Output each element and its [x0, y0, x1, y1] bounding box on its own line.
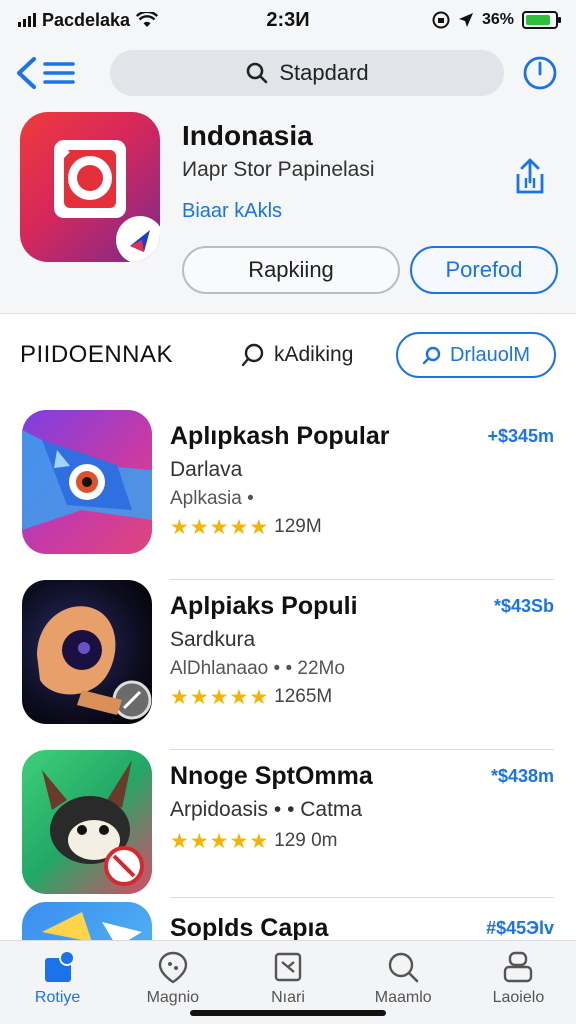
power-icon: [523, 56, 557, 90]
app-rating: ★ ★ ★ ★ ★ 129 0m: [170, 830, 338, 852]
app-header: Indonasia Иapr Stor Papinelasi Biaar kAk…: [0, 106, 576, 314]
star-icon: ★: [229, 685, 249, 709]
star-icon: ★: [249, 515, 269, 539]
home-indicator[interactable]: [190, 1010, 386, 1016]
rating-count: 129M: [274, 516, 322, 537]
section-title: PIIDOENNAK: [20, 341, 174, 368]
tab-label: Maamlo: [374, 989, 432, 1006]
star-icon: ★: [170, 829, 189, 853]
creature-app-icon: [22, 750, 152, 894]
star-icon: ★: [249, 685, 269, 709]
search-icon: [422, 346, 441, 365]
status-bar: Pacdelaka 2:3И 36%: [0, 0, 576, 40]
app-rating: ★ ★ ★ ★ ★ 129M: [170, 516, 322, 538]
app-category: AlDhlanaao • • 22Mo: [170, 658, 345, 679]
chevron-left-icon[interactable]: [14, 56, 38, 90]
sort-control[interactable]: kAdiking: [240, 342, 390, 368]
carrier-label: Pacdelaka: [42, 9, 131, 30]
star-icon: ★: [229, 829, 249, 853]
app-developer-link[interactable]: Biaar kAkls: [182, 200, 282, 223]
location-icon: [458, 13, 473, 27]
game-app-icon: [22, 902, 152, 940]
star-icon: ★: [170, 515, 189, 539]
ranking-button[interactable]: Rapkiing: [182, 246, 400, 294]
share-button[interactable]: [508, 154, 552, 198]
app-developer: Arpidoasis • • Catma: [170, 798, 363, 821]
wifi-icon: [136, 12, 159, 27]
tab-label: Laoielo: [492, 989, 545, 1006]
home-icon: [44, 950, 75, 982]
list-item[interactable]: Aplpiaks Populi Sardkura AlDhlanaao • • …: [0, 580, 576, 750]
battery-percent: 36%: [481, 11, 514, 28]
star-icon: ★: [189, 829, 209, 853]
star-rating: ★ ★ ★ ★ ★: [170, 517, 268, 538]
tab-label: Nıari: [271, 989, 305, 1006]
app-name: Aplpiaks Populi: [170, 592, 358, 620]
star-icon: ★: [209, 685, 229, 709]
menu-icon[interactable]: [42, 59, 76, 87]
download-button[interactable]: DrlauolM: [396, 332, 556, 378]
app-rating: ★ ★ ★ ★ ★ 1265M: [170, 686, 332, 708]
app-title: Indonasia: [182, 120, 313, 151]
star-icon: ★: [189, 685, 209, 709]
search-icon: [247, 62, 268, 84]
divider: [170, 897, 554, 898]
star-rating: ★ ★ ★ ★ ★: [170, 687, 268, 708]
clock: 2:3И: [266, 8, 310, 31]
profile-icon: [504, 951, 533, 983]
section-header: PIIDOENNAK kAdiking DrlauolM: [0, 324, 576, 386]
app-price-button[interactable]: +$345m: [487, 426, 554, 447]
star-icon: ★: [249, 829, 269, 853]
signal-icon: [18, 13, 36, 27]
app-name: Nnoge SptOmma: [170, 762, 373, 790]
list-item[interactable]: Soplds Capıa #$45Эlv: [0, 902, 576, 940]
tab-today[interactable]: Rotiye: [0, 941, 115, 1024]
share-icon: [516, 158, 544, 194]
app-price-button[interactable]: #$45Эlv: [486, 918, 554, 939]
app-name: Soplds Capıa: [170, 914, 329, 940]
star-icon: ★: [170, 685, 189, 709]
app-price-button[interactable]: *$43Sb: [494, 596, 554, 617]
rating-count: 1265M: [274, 686, 333, 707]
back-menu-button[interactable]: [14, 56, 96, 90]
rating-count: 129 0m: [274, 830, 338, 851]
app-subtitle: Иapr Stor Papinelasi: [182, 158, 375, 181]
star-icon: ★: [209, 829, 229, 853]
app-developer: Darlava: [170, 458, 243, 481]
tab-label: Rotiye: [34, 989, 81, 1006]
lock-rotation-icon: [432, 11, 450, 29]
star-icon: ★: [229, 515, 249, 539]
tab-label: Magnio: [146, 989, 200, 1006]
hand-app-icon: [22, 580, 152, 724]
star-icon: ★: [189, 515, 209, 539]
map-pin-icon: [158, 951, 187, 984]
star-rating: ★ ★ ★ ★ ★: [170, 831, 268, 852]
app-price-button[interactable]: *$438m: [491, 766, 554, 787]
download-label: DrlauolM: [449, 343, 531, 366]
app-developer: Sardkura: [170, 628, 256, 651]
star-icon: ★: [209, 515, 229, 539]
search-input[interactable]: Stapdard: [110, 50, 504, 96]
list-item[interactable]: Aplıpkash Popular Darlava Aplkasia • ★ ★ ★…: [0, 410, 576, 580]
search-icon: [241, 343, 264, 367]
app-category: Aplkasia •: [170, 488, 254, 509]
battery-icon: [522, 11, 561, 29]
list-item[interactable]: Nnoge SptOmma Arpidoasis • • Catma ★ ★ ★ ★ ★…: [0, 750, 576, 920]
tools-icon: [274, 952, 302, 982]
get-button[interactable]: Porefod: [410, 246, 558, 294]
camera-logo-icon: [54, 140, 160, 262]
sort-label: kAdiking: [274, 343, 354, 366]
power-button[interactable]: [518, 51, 562, 95]
tab-profile[interactable]: Laoielo: [461, 941, 576, 1024]
app-name: Aplıpkash Popular: [170, 422, 390, 450]
search-icon: [389, 952, 419, 983]
app-icon[interactable]: [20, 112, 160, 262]
nav-bar: Stapdard: [0, 40, 576, 106]
search-placeholder: Stapdard: [279, 60, 369, 85]
bird-app-icon: [22, 410, 152, 554]
